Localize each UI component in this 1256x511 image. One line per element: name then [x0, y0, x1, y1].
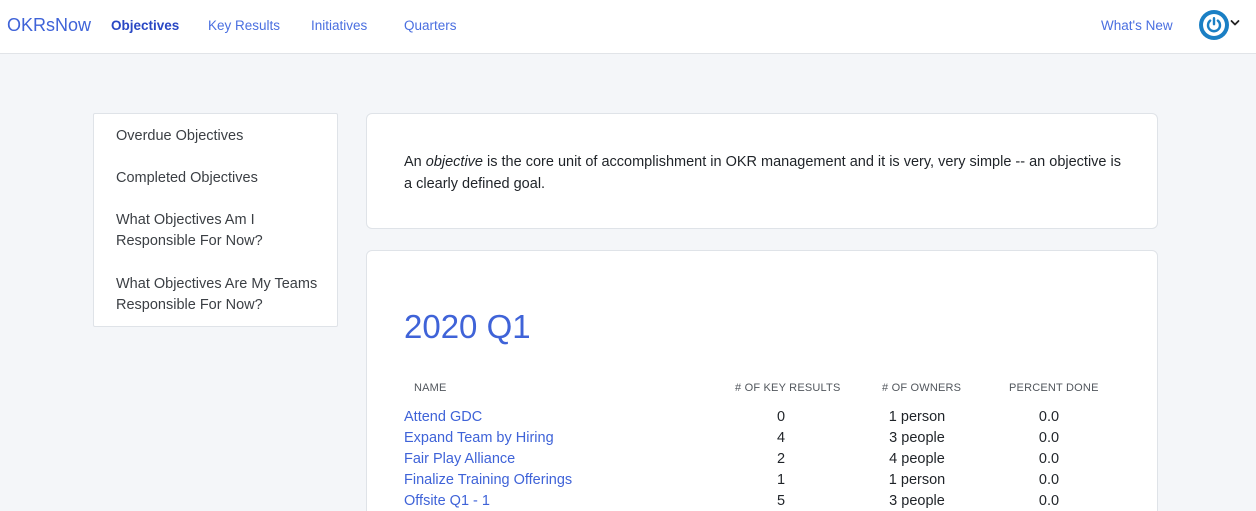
owners-count: 4 people — [889, 451, 945, 467]
key-results-count: 2 — [776, 451, 786, 467]
objective-link[interactable]: Finalize Training Offerings — [404, 470, 572, 491]
objective-link[interactable]: Offsite Q1 - 1 — [404, 491, 490, 511]
key-results-count: 4 — [776, 430, 786, 446]
intro-text: An objective is the core unit of accompl… — [404, 151, 1124, 195]
column-header-key-results: # OF KEY RESULTS — [735, 382, 841, 394]
objective-link[interactable]: Fair Play Alliance — [404, 449, 515, 470]
sidebar-item-completed[interactable]: Completed Objectives — [116, 168, 331, 189]
objective-link[interactable]: Attend GDC — [404, 407, 482, 428]
owners-count: 3 people — [889, 430, 945, 446]
sidebar: Overdue Objectives Completed Objectives … — [93, 113, 338, 327]
table-row: Fair Play Alliance 2 4 people 0.0 — [367, 449, 1159, 470]
nav-quarters[interactable]: Quarters — [404, 18, 457, 33]
sidebar-item-team-objectives[interactable]: What Objectives Are My Teams Responsible… — [116, 274, 331, 316]
power-icon — [1203, 14, 1225, 36]
intro-emphasis: objective — [425, 154, 483, 170]
chevron-down-icon[interactable] — [1230, 19, 1240, 27]
key-results-count: 1 — [776, 472, 786, 488]
owners-count: 1 person — [888, 472, 946, 488]
percent-done: 0.0 — [1038, 409, 1060, 425]
percent-done: 0.0 — [1038, 493, 1060, 509]
nav-objectives[interactable]: Objectives — [111, 18, 179, 33]
column-header-owners: # OF OWNERS — [882, 382, 962, 394]
user-menu[interactable] — [1199, 10, 1243, 42]
nav-initiatives[interactable]: Initiatives — [311, 18, 367, 33]
table-row: Offsite Q1 - 1 5 3 people 0.0 — [367, 491, 1159, 511]
sidebar-item-overdue[interactable]: Overdue Objectives — [116, 126, 331, 147]
table-row: Finalize Training Offerings 1 1 person 0… — [367, 470, 1159, 491]
brand-logo-link[interactable]: OKRsNow — [7, 15, 91, 36]
quarter-title: 2020 Q1 — [404, 308, 531, 345]
owners-count: 3 people — [889, 493, 945, 509]
nav-whats-new[interactable]: What's New — [1101, 18, 1173, 33]
table-row: Expand Team by Hiring 4 3 people 0.0 — [367, 428, 1159, 449]
key-results-count: 5 — [776, 493, 786, 509]
table-row: Attend GDC 0 1 person 0.0 — [367, 407, 1159, 428]
top-navbar: OKRsNow Objectives Key Results Initiativ… — [0, 0, 1256, 54]
column-header-name: NAME — [414, 382, 447, 394]
avatar[interactable] — [1199, 10, 1229, 40]
intro-card: An objective is the core unit of accompl… — [366, 113, 1158, 229]
quarter-card: 2020 Q1 NAME # OF KEY RESULTS # OF OWNER… — [366, 250, 1158, 511]
intro-rest: is the core unit of accomplishment in OK… — [404, 154, 1121, 192]
nav-key-results[interactable]: Key Results — [208, 18, 280, 33]
owners-count: 1 person — [888, 409, 946, 425]
intro-prefix: An — [404, 154, 426, 170]
objective-link[interactable]: Expand Team by Hiring — [404, 428, 554, 449]
column-header-percent-done: PERCENT DONE — [1009, 382, 1099, 394]
sidebar-item-my-objectives[interactable]: What Objectives Am I Responsible For Now… — [116, 210, 331, 252]
key-results-count: 0 — [776, 409, 786, 425]
percent-done: 0.0 — [1038, 430, 1060, 446]
percent-done: 0.0 — [1038, 472, 1060, 488]
percent-done: 0.0 — [1038, 451, 1060, 467]
